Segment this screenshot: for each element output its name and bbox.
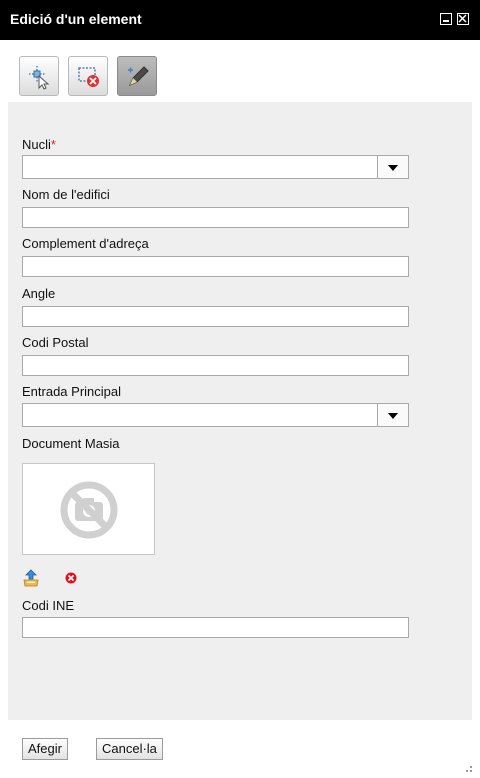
- add-button[interactable]: Afegir: [22, 738, 68, 760]
- no-photo-icon: [60, 481, 118, 539]
- upload-icon[interactable]: [22, 569, 40, 587]
- codi-ine-input[interactable]: [22, 617, 409, 638]
- toolbar: [0, 40, 480, 102]
- document-masia-label: Document Masia: [22, 436, 120, 451]
- document-masia-preview[interactable]: [22, 463, 155, 555]
- select-cursor-icon: [29, 66, 50, 90]
- codi-postal-label: Codi Postal: [22, 335, 89, 350]
- close-icon[interactable]: [457, 13, 469, 25]
- codi-ine-label: Codi INE: [22, 598, 75, 613]
- select-tool-button[interactable]: [19, 56, 59, 96]
- nucli-select[interactable]: [22, 155, 409, 179]
- window-title: Edició d'un element: [10, 11, 142, 27]
- complement-label: Complement d'adreça: [22, 236, 149, 251]
- required-marker: *: [50, 137, 56, 152]
- minimize-icon[interactable]: [440, 13, 452, 25]
- codi-postal-input[interactable]: [22, 355, 409, 376]
- window-titlebar: Edició d'un element: [0, 0, 480, 40]
- entrada-principal-label: Entrada Principal: [22, 384, 121, 399]
- pencil-icon: [128, 66, 149, 86]
- delete-selection-icon: [78, 67, 99, 87]
- chevron-down-icon[interactable]: [377, 404, 408, 426]
- angle-input[interactable]: [22, 306, 409, 327]
- angle-label: Angle: [22, 286, 56, 301]
- entrada-principal-select[interactable]: [22, 403, 409, 427]
- cancel-button[interactable]: Cancel·la: [96, 738, 163, 760]
- resize-grip[interactable]: [466, 766, 472, 772]
- nom-edifici-label: Nom de l'edifici: [22, 187, 110, 202]
- edit-tool-button[interactable]: [117, 56, 157, 96]
- delete-icon[interactable]: [65, 572, 77, 584]
- complement-input[interactable]: [22, 256, 409, 277]
- nom-edifici-input[interactable]: [22, 207, 409, 228]
- chevron-down-icon[interactable]: [377, 156, 408, 178]
- nucli-label: Nucli*: [22, 137, 56, 152]
- delete-selection-tool-button[interactable]: [68, 56, 108, 96]
